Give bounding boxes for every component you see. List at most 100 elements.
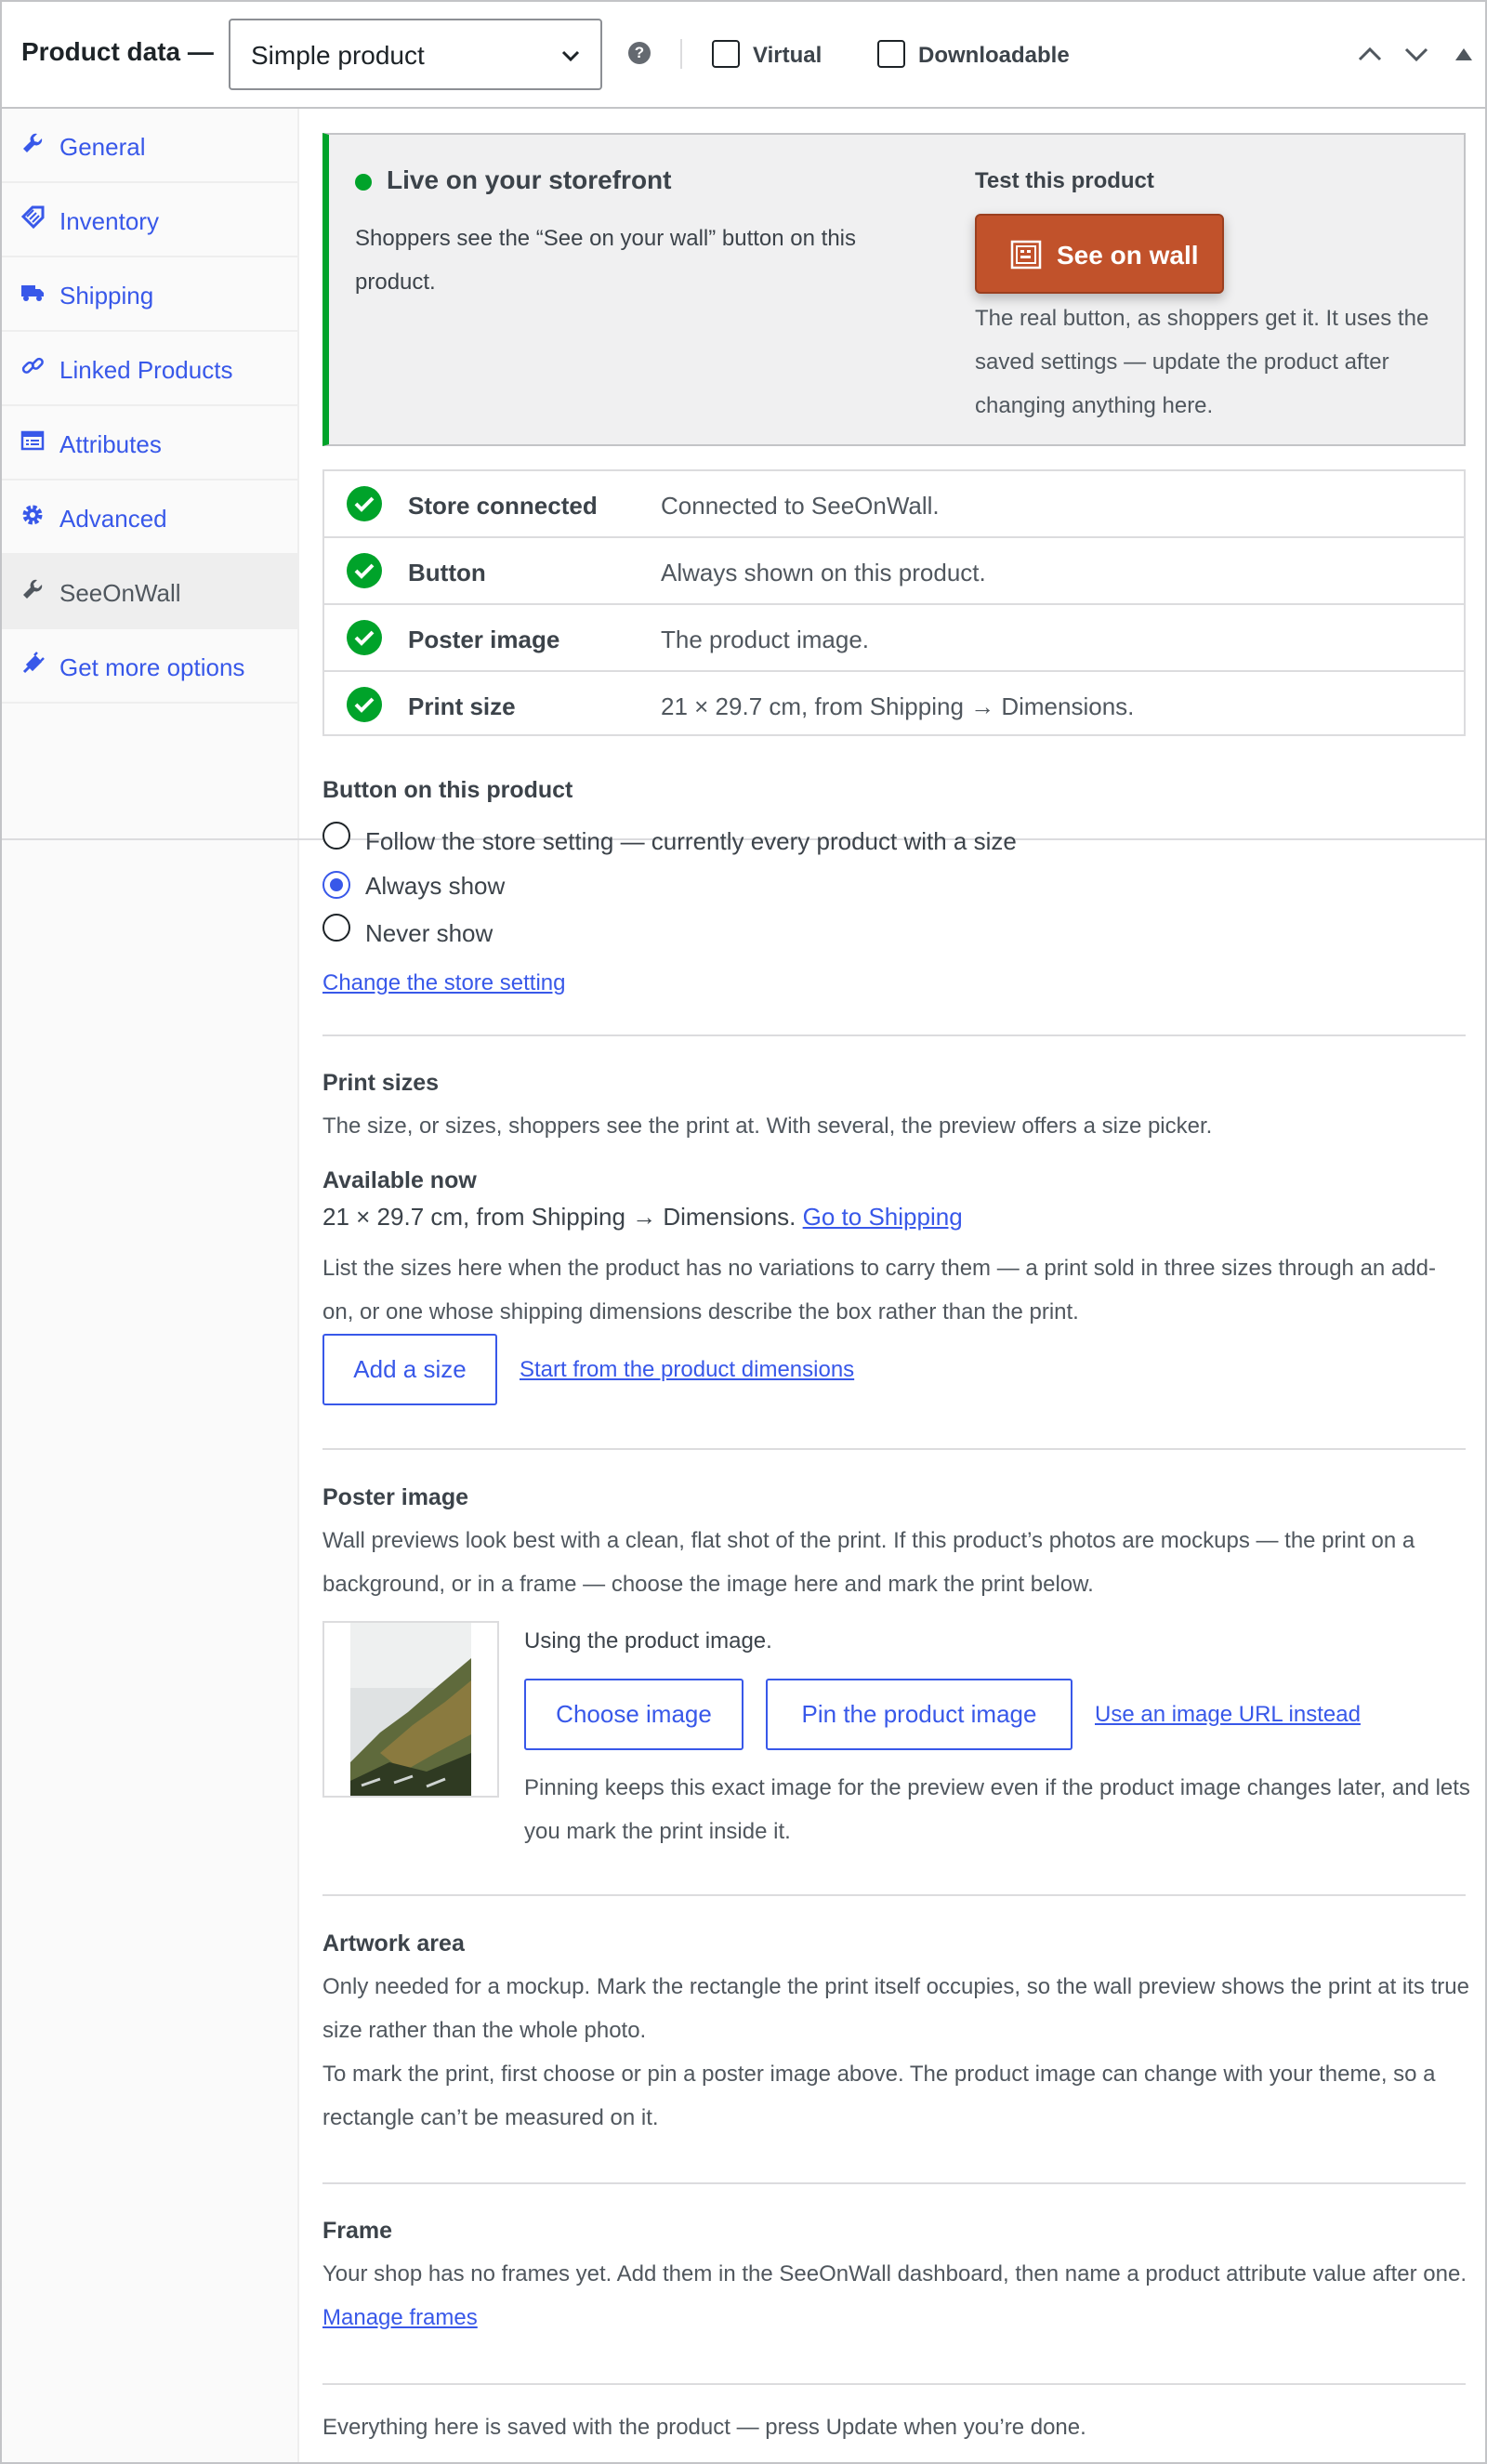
downloadable-label: Downloadable [918, 43, 1070, 68]
print-sizes-description: The size, or sizes, shoppers see the pri… [322, 1113, 1213, 1139]
live-title: Live on your storefront [387, 165, 672, 194]
product-data-tabs: General Inventory Shipping Linked Produc… [2, 109, 299, 2462]
tab-label: Inventory [59, 207, 159, 235]
wall-frame-icon [1010, 240, 1042, 270]
status-key: Button [408, 559, 486, 586]
tab-get-more-options[interactable]: Get more options [2, 629, 299, 704]
frame-description: Your shop has no frames yet. Add them in… [322, 2252, 1470, 2339]
available-now-title: Available now [322, 1167, 477, 1193]
poster-thumbnail[interactable] [322, 1621, 499, 1798]
print-sizes-note: List the sizes here when the product has… [322, 1256, 1436, 1324]
print-sizes-title: Print sizes [322, 1070, 440, 1096]
tab-seeonwall[interactable]: SeeOnWall [2, 555, 299, 629]
product-data-title: Product data — [21, 37, 214, 66]
status-value: The product image. [661, 626, 870, 653]
go-to-shipping-link[interactable]: Go to Shipping [803, 1203, 963, 1231]
tab-inventory[interactable]: Inventory [2, 183, 299, 257]
divider [322, 1448, 1466, 1450]
use-image-url-link[interactable]: Use an image URL instead [1095, 1693, 1361, 1736]
artwork-area-instructions: To mark the print, first choose or pin a… [322, 2062, 1436, 2130]
tab-label: Attributes [59, 430, 162, 458]
list-icon [20, 430, 45, 451]
tab-general[interactable]: General [2, 109, 299, 183]
plugin-icon [22, 652, 45, 674]
add-size-button[interactable]: Add a size [322, 1334, 497, 1405]
divider [2, 838, 299, 840]
divider [322, 1034, 1466, 1036]
footer-note: Everything here is saved with the produc… [322, 2415, 1086, 2440]
tab-label: General [59, 133, 146, 161]
move-down-icon[interactable] [1401, 39, 1431, 69]
poster-using-text: Using the product image. [524, 1628, 772, 1654]
tab-label: Shipping [59, 282, 154, 310]
link-icon [21, 357, 44, 374]
poster-image-title: Poster image [322, 1484, 469, 1510]
check-circle-icon [347, 687, 382, 722]
tab-label: Advanced [59, 505, 167, 533]
virtual-checkbox[interactable] [712, 40, 740, 68]
downloadable-checkbox[interactable] [877, 40, 905, 68]
tab-label: Get more options [59, 653, 245, 681]
choose-image-button[interactable]: Choose image [524, 1679, 744, 1750]
start-from-dimensions-link[interactable]: Start from the product dimensions [520, 1348, 854, 1391]
status-value: Always shown on this product. [661, 559, 986, 586]
status-row: Print size 21 × 29.7 cm, from Shipping →… [324, 672, 1464, 739]
radio-always-show-label: Always show [365, 872, 506, 900]
artwork-area-title: Artwork area [322, 1930, 465, 1957]
product-data-header: Product data — Simple product ? Virtual … [2, 2, 1485, 109]
tab-shipping[interactable]: Shipping [2, 257, 299, 332]
wrench-icon [23, 133, 43, 152]
artwork-area-description: Only needed for a mockup. Mark the recta… [322, 1974, 1469, 2043]
wrench-icon [23, 579, 43, 599]
divider [322, 1894, 1466, 1896]
check-circle-icon [347, 486, 382, 521]
tab-label: SeeOnWall [59, 579, 181, 607]
divider [322, 2182, 1466, 2184]
collapse-toggle-icon[interactable] [1454, 45, 1474, 63]
live-indicator-icon [355, 174, 372, 191]
radio-never-show-label: Never show [365, 919, 493, 947]
tag-icon [20, 205, 45, 230]
status-row: Store connected Connected to SeeOnWall. [324, 471, 1464, 538]
virtual-label: Virtual [753, 43, 822, 68]
gear-icon [22, 505, 43, 525]
move-up-icon[interactable] [1355, 39, 1385, 69]
live-description: Shoppers see the “See on your wall” butt… [355, 226, 856, 295]
check-circle-icon [347, 553, 382, 588]
chevron-down-icon [561, 50, 580, 62]
product-type-value: Simple product [251, 41, 425, 70]
change-store-setting-link[interactable]: Change the store setting [322, 961, 566, 1005]
tab-attributes[interactable]: Attributes [2, 406, 299, 481]
see-on-wall-button[interactable]: See on wall [975, 214, 1224, 294]
header-divider [680, 39, 682, 69]
poster-image-description: Wall previews look best with a clean, fl… [322, 1528, 1415, 1597]
pin-product-image-button[interactable]: Pin the product image [766, 1679, 1072, 1750]
tab-linked-products[interactable]: Linked Products [2, 332, 299, 406]
poster-image [350, 1623, 471, 1796]
status-key: Poster image [408, 626, 560, 653]
status-table: Store connected Connected to SeeOnWall. … [322, 469, 1466, 736]
status-value: 21 × 29.7 cm, from Shipping → Dimensions… [661, 692, 1135, 720]
button-section-title: Button on this product [322, 777, 573, 803]
tab-advanced[interactable]: Advanced [2, 481, 299, 555]
available-now-value: 21 × 29.7 cm, from Shipping → Dimensions… [322, 1203, 796, 1231]
truck-icon [21, 285, 44, 301]
test-product-title: Test this product [975, 168, 1154, 193]
pinning-note: Pinning keeps this exact image for the p… [524, 1775, 1470, 1844]
radio-follow-store-label: Follow the store setting — currently eve… [365, 827, 1017, 855]
tab-label: Linked Products [59, 356, 233, 384]
radio-always-show[interactable] [322, 871, 350, 899]
help-icon[interactable]: ? [628, 42, 651, 64]
status-key: Store connected [408, 492, 598, 520]
manage-frames-link[interactable]: Manage frames [322, 2305, 478, 2330]
check-circle-icon [347, 620, 382, 655]
frame-title: Frame [322, 2218, 393, 2244]
frame-description-text: Your shop has no frames yet. Add them in… [322, 2261, 1467, 2286]
radio-never-show[interactable] [322, 914, 350, 942]
radio-follow-store[interactable] [322, 822, 350, 850]
product-type-select[interactable]: Simple product [229, 19, 602, 90]
product-data-panel: Product data — Simple product ? Virtual … [0, 0, 1487, 2464]
status-row: Poster image The product image. [324, 605, 1464, 672]
test-product-description: The real button, as shoppers get it. It … [975, 306, 1429, 418]
available-now-line: 21 × 29.7 cm, from Shipping → Dimensions… [322, 1195, 1466, 1239]
